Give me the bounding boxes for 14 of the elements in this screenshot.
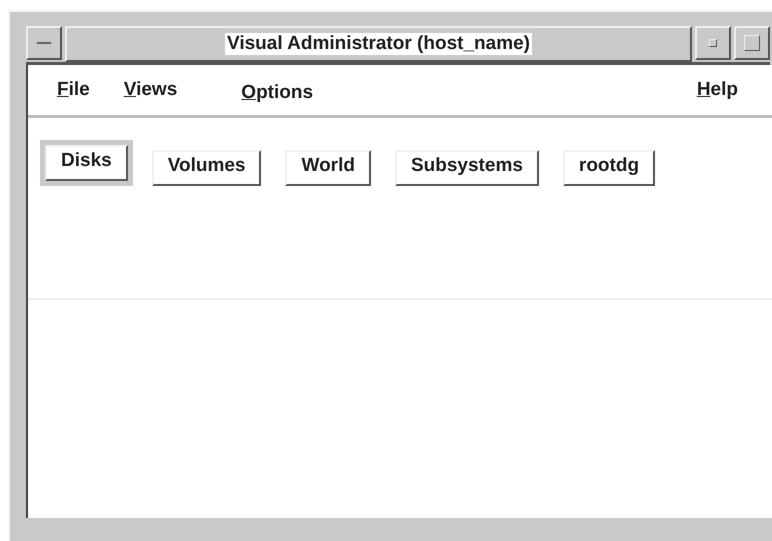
view-button[interactable]: World bbox=[285, 150, 371, 186]
view-button[interactable]: Subsystems bbox=[394, 150, 539, 186]
view-button[interactable]: Disks bbox=[45, 145, 128, 181]
view-button[interactable]: Volumes bbox=[152, 150, 262, 186]
menu-item[interactable]: Options bbox=[241, 82, 332, 104]
window-title: Visual Administrator (host_name) bbox=[224, 33, 532, 55]
window-menu-button[interactable] bbox=[26, 26, 62, 60]
menu-item[interactable]: Views bbox=[124, 79, 196, 101]
menu-item[interactable]: Help bbox=[696, 79, 756, 101]
view-button[interactable]: rootdg bbox=[562, 150, 656, 186]
menu-item[interactable]: File bbox=[57, 79, 108, 101]
maximize-button[interactable] bbox=[734, 26, 770, 60]
minimize-button[interactable] bbox=[695, 26, 731, 60]
title-bar[interactable]: Visual Administrator (host_name) bbox=[65, 26, 692, 62]
